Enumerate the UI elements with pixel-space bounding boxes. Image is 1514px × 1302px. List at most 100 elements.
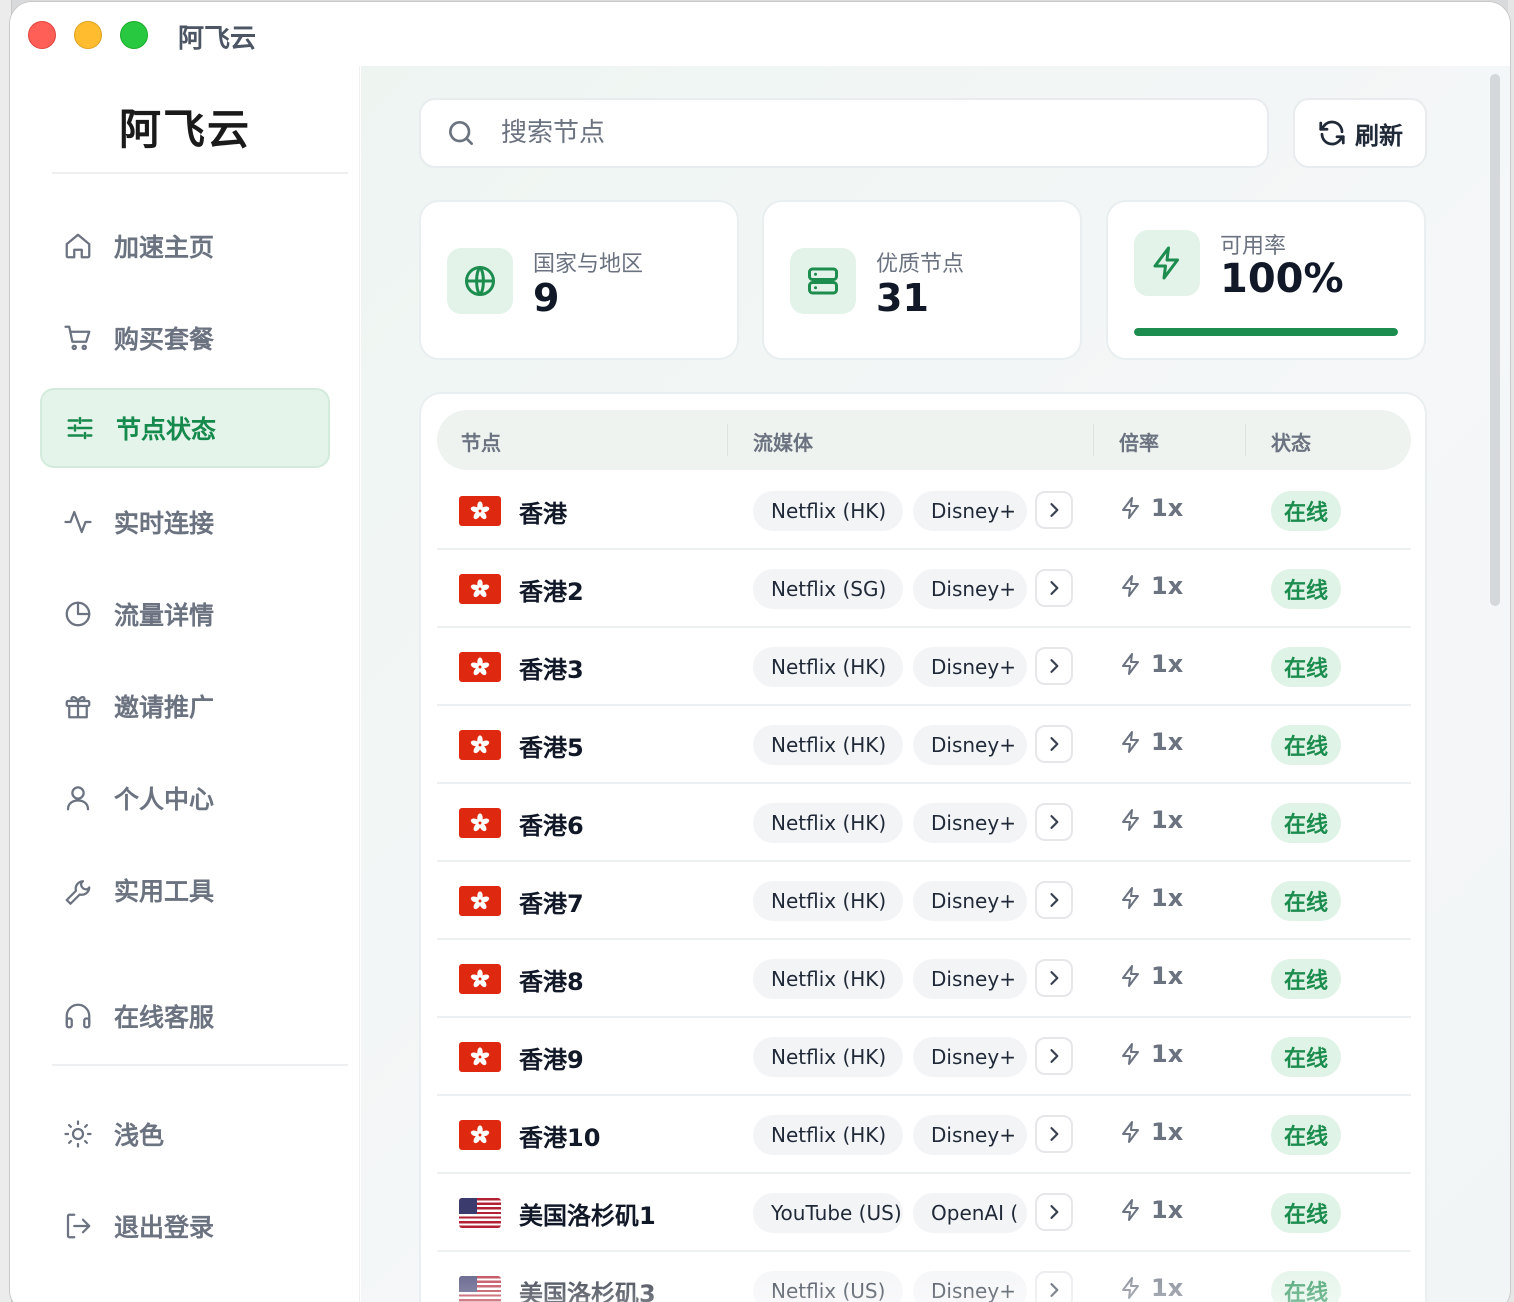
table-row[interactable]: 香港2 Netflix (SG) Disney+ 1x 在线 bbox=[437, 550, 1411, 628]
table-row[interactable]: 香港9 Netflix (HK) Disney+ 1x 在线 bbox=[437, 1018, 1411, 1096]
sidebar-item-node-status[interactable]: 节点状态 bbox=[40, 388, 330, 468]
window-title: 阿飞云 bbox=[178, 24, 257, 54]
column-divider bbox=[1093, 424, 1094, 456]
table-header: 节点 流媒体 倍率 状态 bbox=[437, 410, 1411, 470]
expand-media-button[interactable] bbox=[1035, 803, 1073, 841]
rate-value: 1x bbox=[1151, 1040, 1184, 1068]
logout-button[interactable]: 退出登录 bbox=[40, 1186, 330, 1266]
expand-media-button[interactable] bbox=[1035, 569, 1073, 607]
theme-toggle[interactable]: 浅色 bbox=[40, 1094, 330, 1174]
sidebar-item-purchase[interactable]: 购买套餐 bbox=[40, 298, 330, 378]
node-name: 香港6 bbox=[519, 812, 584, 840]
close-window-button[interactable] bbox=[28, 21, 56, 49]
status-badge: 在线 bbox=[1271, 1037, 1341, 1077]
lightning-icon bbox=[1119, 808, 1143, 832]
media-tag: Disney+ bbox=[913, 881, 1027, 921]
zoom-window-button[interactable] bbox=[120, 21, 148, 49]
sidebar-item-home[interactable]: 加速主页 bbox=[40, 206, 330, 286]
chevron-right-icon bbox=[1044, 578, 1064, 598]
status-badge: 在线 bbox=[1271, 491, 1341, 531]
server-icon bbox=[790, 248, 856, 314]
expand-media-button[interactable] bbox=[1035, 959, 1073, 997]
media-tag: Netflix (HK) bbox=[753, 1115, 903, 1155]
expand-media-button[interactable] bbox=[1035, 725, 1073, 763]
brand-logo-text: 阿飞云 bbox=[118, 105, 251, 154]
activity-icon bbox=[62, 506, 94, 538]
table-row[interactable]: 香港3 Netflix (HK) Disney+ 1x 在线 bbox=[437, 628, 1411, 706]
sidebar-item-support[interactable]: 在线客服 bbox=[40, 976, 330, 1056]
table-row[interactable]: 香港 Netflix (HK) Disney+ 1x 在线 bbox=[437, 472, 1411, 550]
headphones-icon bbox=[62, 1000, 94, 1032]
status-badge: 在线 bbox=[1271, 1115, 1341, 1155]
expand-media-button[interactable] bbox=[1035, 1193, 1073, 1231]
media-tag: Netflix (HK) bbox=[753, 725, 903, 765]
rate-cell: 1x bbox=[1119, 806, 1183, 834]
media-tag: Disney+ bbox=[913, 1271, 1027, 1302]
chevron-right-icon bbox=[1044, 1046, 1064, 1066]
table-row[interactable]: 香港5 Netflix (HK) Disney+ 1x 在线 bbox=[437, 706, 1411, 784]
lightning-icon bbox=[1119, 1120, 1143, 1144]
table-row[interactable]: 美国洛杉矶1 YouTube (US) OpenAI (1x 在线 bbox=[437, 1174, 1411, 1252]
logout-label: 退出登录 bbox=[114, 1213, 215, 1242]
chevron-right-icon bbox=[1044, 500, 1064, 520]
media-tag: Disney+ bbox=[913, 725, 1027, 765]
scrollbar-thumb[interactable] bbox=[1490, 74, 1500, 606]
media-tag: Netflix (HK) bbox=[753, 881, 903, 921]
rate-cell: 1x bbox=[1119, 884, 1183, 912]
chevron-right-icon bbox=[1044, 1202, 1064, 1222]
main-content: 刷新 国家与地区 9 优质节点 31 可用率 100% bbox=[361, 66, 1510, 1302]
table-row[interactable]: 香港10 Netflix (HK) Disney+ 1x 在线 bbox=[437, 1096, 1411, 1174]
chevron-right-icon bbox=[1044, 890, 1064, 910]
expand-media-button[interactable] bbox=[1035, 647, 1073, 685]
expand-media-button[interactable] bbox=[1035, 1271, 1073, 1302]
node-name: 美国洛杉矶1 bbox=[519, 1202, 656, 1230]
hong-kong-flag-icon bbox=[459, 1120, 501, 1150]
expand-media-button[interactable] bbox=[1035, 881, 1073, 919]
search-box[interactable] bbox=[419, 98, 1269, 168]
minimize-window-button[interactable] bbox=[74, 21, 102, 49]
node-name: 香港10 bbox=[519, 1124, 601, 1152]
home-icon bbox=[62, 230, 94, 262]
sidebar-item-invite[interactable]: 邀请推广 bbox=[40, 666, 330, 746]
node-name: 香港9 bbox=[519, 1046, 584, 1074]
search-icon bbox=[449, 120, 473, 145]
hong-kong-flag-icon bbox=[459, 652, 501, 682]
node-name: 香港5 bbox=[519, 734, 584, 762]
chevron-right-icon bbox=[1044, 1280, 1064, 1300]
search-input[interactable] bbox=[501, 118, 1201, 148]
refresh-button[interactable]: 刷新 bbox=[1293, 98, 1427, 168]
rate-value: 1x bbox=[1151, 494, 1184, 522]
rate-cell: 1x bbox=[1119, 572, 1183, 600]
table-row[interactable]: 美国洛杉矶3 Netflix (US) Disney+ 1x 在线 bbox=[437, 1252, 1411, 1302]
sidebar-item-profile[interactable]: 个人中心 bbox=[40, 758, 330, 838]
rate-value: 1x bbox=[1151, 806, 1184, 834]
hong-kong-flag-icon bbox=[459, 730, 501, 760]
expand-media-button[interactable] bbox=[1035, 491, 1073, 529]
status-badge: 在线 bbox=[1271, 647, 1341, 687]
expand-media-button[interactable] bbox=[1035, 1115, 1073, 1153]
sidebar-item-label: 邀请推广 bbox=[114, 693, 215, 722]
expand-media-button[interactable] bbox=[1035, 1037, 1073, 1075]
app-window: 阿飞云 阿飞云 加速主页 购买套餐 节点状态 实时连接 流量详情 邀请推广 个人… bbox=[10, 2, 1510, 1302]
lightning-icon bbox=[1119, 1276, 1143, 1300]
node-name: 香港 bbox=[519, 500, 567, 528]
media-tag: Disney+ bbox=[913, 1115, 1027, 1155]
media-tag: Disney+ bbox=[913, 803, 1027, 843]
lightning-icon bbox=[1119, 496, 1143, 520]
sidebar-item-traffic[interactable]: 流量详情 bbox=[40, 574, 330, 654]
rate-value: 1x bbox=[1151, 728, 1184, 756]
sun-icon bbox=[62, 1118, 94, 1150]
sidebar-divider bbox=[52, 1064, 348, 1066]
table-row[interactable]: 香港7 Netflix (HK) Disney+ 1x 在线 bbox=[437, 862, 1411, 940]
media-tag: OpenAI ( bbox=[913, 1193, 1027, 1233]
sidebar-item-tools[interactable]: 实用工具 bbox=[40, 850, 330, 930]
status-badge: 在线 bbox=[1271, 959, 1341, 999]
rate-value: 1x bbox=[1151, 884, 1184, 912]
stat-value: 9 bbox=[533, 276, 560, 320]
table-row[interactable]: 香港8 Netflix (HK) Disney+ 1x 在线 bbox=[437, 940, 1411, 1018]
rate-cell: 1x bbox=[1119, 1040, 1183, 1068]
table-row[interactable]: 香港6 Netflix (HK) Disney+ 1x 在线 bbox=[437, 784, 1411, 862]
sidebar-item-live-connections[interactable]: 实时连接 bbox=[40, 482, 330, 562]
media-tag: Netflix (US) bbox=[753, 1271, 903, 1302]
rate-cell: 1x bbox=[1119, 1196, 1183, 1224]
